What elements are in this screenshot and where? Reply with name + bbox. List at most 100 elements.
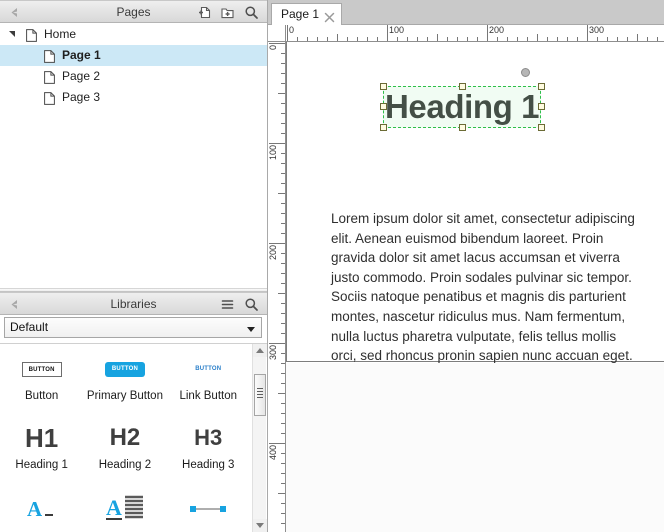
tab-page-1[interactable]: Page 1 xyxy=(271,3,343,25)
ruler-tick xyxy=(427,37,428,41)
canvas-outside-page[interactable] xyxy=(286,363,664,532)
ruler-tick xyxy=(281,123,285,124)
ruler-tick xyxy=(657,37,658,41)
scrollbar-thumb[interactable] xyxy=(254,374,266,416)
ruler-tick xyxy=(527,37,528,41)
ruler-tick xyxy=(407,37,408,41)
widget-button[interactable]: BUTTON Button xyxy=(0,344,83,403)
ruler-label: 0 xyxy=(268,45,278,51)
tree-item-label: Page 2 xyxy=(62,69,101,83)
ruler-tick xyxy=(278,293,285,294)
tree-item-page-1[interactable]: Page 1 xyxy=(0,45,267,66)
library-row: H1 Heading 1 H2 Heading 2 H3 Heading 3 xyxy=(0,413,250,472)
h3-thumb-label: H3 xyxy=(194,425,223,450)
page-file-icon xyxy=(26,28,37,42)
ruler-tick xyxy=(317,37,318,41)
ruler-tick xyxy=(281,313,285,314)
expand-arrow-icon[interactable] xyxy=(9,31,15,37)
ruler-tick xyxy=(647,37,648,41)
ruler-tick xyxy=(327,37,328,41)
pages-tree[interactable]: Home Page 1 Page 2 Page 3 xyxy=(0,24,267,284)
resize-handle-nw[interactable] xyxy=(380,83,387,90)
library-selector[interactable]: Default xyxy=(4,317,262,338)
ruler-tick xyxy=(537,34,538,41)
resize-handle-se[interactable] xyxy=(538,124,545,131)
button-link-icon: BUTTON xyxy=(167,353,250,385)
library-widget-grid[interactable]: BUTTON Button BUTTON Primary Button BUTT… xyxy=(0,343,267,532)
svg-text:A: A xyxy=(27,497,43,521)
ruler-tick xyxy=(278,193,285,194)
resize-handle-e[interactable] xyxy=(538,103,545,110)
rotate-handle-icon[interactable] xyxy=(521,68,530,77)
button-outline-icon: BUTTON xyxy=(0,353,83,385)
library-scrollbar[interactable] xyxy=(252,344,267,532)
h1-icon: H1 xyxy=(0,422,83,454)
search-icon[interactable] xyxy=(243,296,260,313)
hamburger-menu-icon[interactable] xyxy=(219,296,236,313)
close-icon[interactable] xyxy=(324,9,335,23)
ruler-tick xyxy=(467,37,468,41)
add-page-icon[interactable] xyxy=(196,4,213,21)
ruler-tick xyxy=(281,413,285,414)
design-canvas[interactable]: Heading 1 Lorem ipsum dolor sit amet, co… xyxy=(286,42,664,532)
scroll-up-arrow-icon[interactable] xyxy=(253,344,267,357)
add-folder-icon[interactable] xyxy=(219,4,236,21)
vertical-ruler[interactable]: 0 100 200 300 400 xyxy=(268,42,286,532)
widget-heading-3[interactable]: H3 Heading 3 xyxy=(167,413,250,472)
resize-handle-s[interactable] xyxy=(459,124,466,131)
ruler-tick xyxy=(281,383,285,384)
ruler-label: 400 xyxy=(268,445,278,461)
widget-line-connector[interactable] xyxy=(167,484,250,529)
resize-handle-sw[interactable] xyxy=(380,124,387,131)
tree-item-home[interactable]: Home xyxy=(0,24,267,45)
library-row: A A xyxy=(0,484,250,529)
ruler-tick xyxy=(281,423,285,424)
widget-paragraph[interactable]: A xyxy=(83,484,166,529)
ruler-tick xyxy=(281,113,285,114)
resize-handle-w[interactable] xyxy=(380,103,387,110)
tree-item-label: Page 3 xyxy=(62,90,101,104)
page-surface[interactable]: Heading 1 Lorem ipsum dolor sit amet, co… xyxy=(286,42,664,363)
ruler-tick xyxy=(281,133,285,134)
resize-handle-n[interactable] xyxy=(459,83,466,90)
ruler-tick xyxy=(281,103,285,104)
ruler-corner xyxy=(268,25,286,42)
h2-icon: H2 xyxy=(83,422,166,454)
page-file-icon xyxy=(44,70,55,84)
library-selector-value-wrap[interactable]: Default xyxy=(4,317,262,338)
ruler-tick xyxy=(281,213,285,214)
ruler-tick xyxy=(627,37,628,41)
widget-primary-button[interactable]: BUTTON Primary Button xyxy=(83,344,166,403)
ruler-tick xyxy=(269,143,285,144)
widget-label: Primary Button xyxy=(86,390,163,402)
ruler-tick xyxy=(281,163,285,164)
ruler-tick xyxy=(281,373,285,374)
search-icon[interactable] xyxy=(243,4,260,21)
resize-handle-ne[interactable] xyxy=(538,83,545,90)
tree-item-page-3[interactable]: Page 3 xyxy=(0,87,267,108)
ruler-tick xyxy=(547,37,548,41)
chevron-down-icon[interactable] xyxy=(247,327,255,332)
ruler-tick xyxy=(281,253,285,254)
paragraph-widget[interactable]: Lorem ipsum dolor sit amet, consectetur … xyxy=(331,209,636,366)
heading-widget[interactable]: Heading 1 xyxy=(380,68,545,131)
tree-item-page-2[interactable]: Page 2 xyxy=(0,66,267,87)
widget-label: Heading 2 xyxy=(98,459,152,471)
widget-label-text[interactable]: A xyxy=(0,484,83,529)
ruler-tick xyxy=(281,453,285,454)
ruler-tick xyxy=(281,263,285,264)
widget-heading-1[interactable]: H1 Heading 1 xyxy=(0,413,83,472)
ruler-tick xyxy=(281,273,285,274)
selection-bounding-box xyxy=(383,86,541,128)
scroll-down-arrow-icon[interactable] xyxy=(253,519,267,532)
ruler-tick xyxy=(281,433,285,434)
widget-heading-2[interactable]: H2 Heading 2 xyxy=(83,413,166,472)
widget-label: Link Button xyxy=(179,390,238,402)
button-thumb-label: BUTTON xyxy=(104,361,145,377)
ruler-tick xyxy=(281,153,285,154)
ruler-tick xyxy=(281,473,285,474)
ruler-tick xyxy=(281,503,285,504)
horizontal-ruler[interactable]: 0 100 200 300 xyxy=(286,25,664,42)
widget-link-button[interactable]: BUTTON Link Button xyxy=(167,344,250,403)
canvas-column: Page 1 0 100 200 300 0 100 200 300 400 Heading … xyxy=(268,0,664,532)
